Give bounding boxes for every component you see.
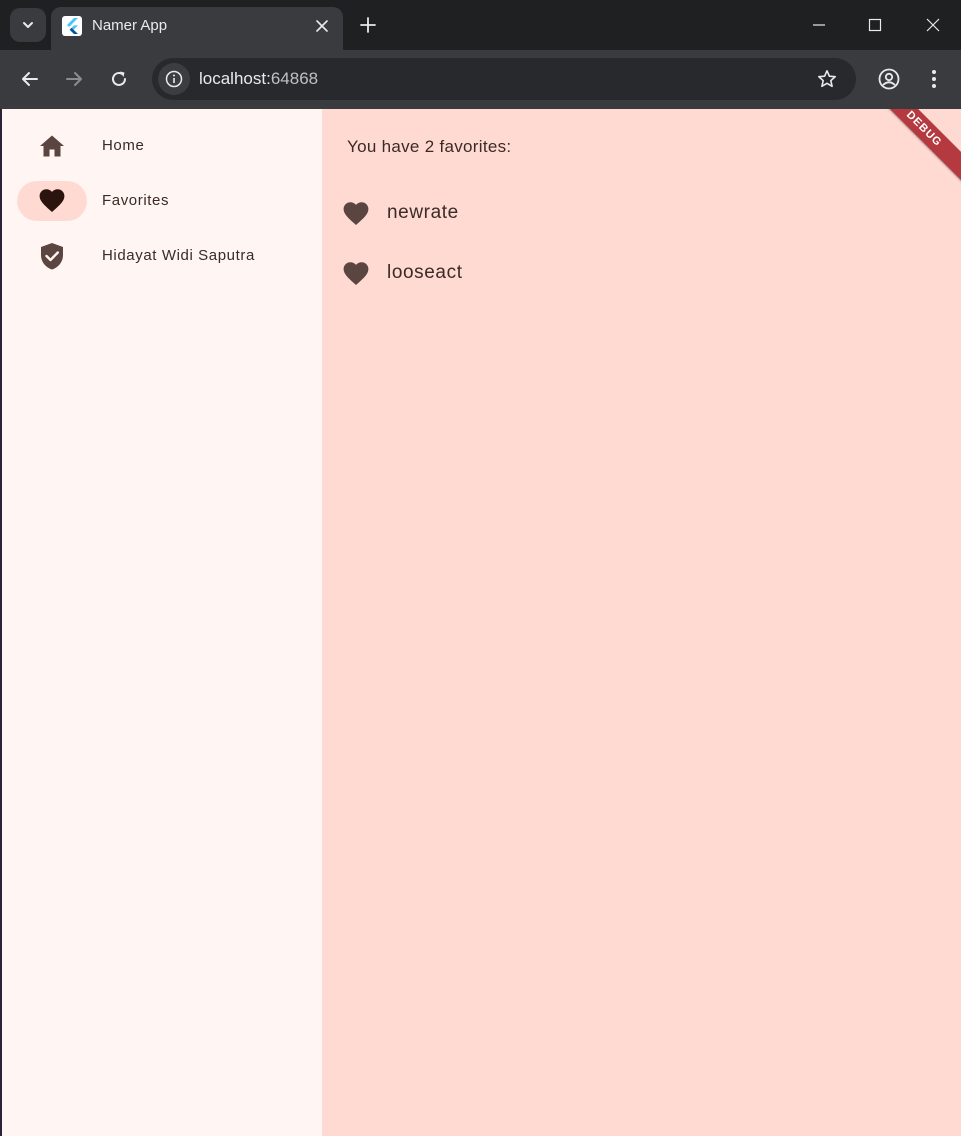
- info-icon: [165, 70, 183, 88]
- heart-icon: [39, 189, 65, 212]
- favorite-word: newrate: [387, 202, 459, 223]
- favorites-page: You have 2 favorites: newrate looseact D…: [322, 109, 961, 1136]
- heart-icon: [342, 260, 370, 288]
- favorite-list-item[interactable]: newrate: [322, 186, 961, 242]
- home-icon: [40, 135, 64, 157]
- close-icon: [316, 20, 328, 32]
- browser-tab[interactable]: Namer App: [51, 7, 343, 50]
- maximize-icon: [868, 18, 882, 32]
- navigation-rail: Home Favorites Hidayat Widi Saputra: [2, 109, 322, 1136]
- nav-label-home: Home: [102, 137, 145, 154]
- close-window-button[interactable]: [913, 8, 953, 42]
- address-bar[interactable]: localhost:64868: [152, 58, 856, 100]
- minimize-button[interactable]: [799, 8, 839, 42]
- forward-button[interactable]: [57, 62, 91, 96]
- nav-indicator: [17, 236, 87, 276]
- favorite-word: looseact: [387, 262, 463, 283]
- maximize-button[interactable]: [855, 8, 895, 42]
- app-viewport: Home Favorites Hidayat Widi Saputra You …: [2, 109, 961, 1136]
- heart-icon: [342, 200, 370, 228]
- arrow-right-icon: [66, 72, 82, 86]
- debug-banner: DEBUG: [863, 109, 961, 190]
- nav-label-favorites: Favorites: [102, 192, 170, 209]
- url-port: 64868: [270, 69, 319, 88]
- back-button[interactable]: [13, 62, 47, 96]
- browser-tab-strip: Namer App: [0, 0, 961, 50]
- close-icon: [926, 18, 940, 32]
- minimize-icon: [813, 24, 825, 26]
- flutter-logo-icon: [62, 16, 82, 36]
- tab-title: Namer App: [92, 17, 168, 34]
- nav-item-hidayat-widi-saputra[interactable]: Hidayat Widi Saputra: [2, 230, 322, 282]
- nav-item-favorites[interactable]: Favorites: [2, 175, 322, 227]
- close-tab-button[interactable]: [309, 13, 335, 39]
- verified-shield-icon: [41, 243, 63, 270]
- favorites-count-text: You have 2 favorites:: [347, 137, 512, 156]
- nav-label-hidayat-widi-saputra: Hidayat Widi Saputra: [102, 247, 255, 264]
- chevron-down-icon: [23, 22, 33, 28]
- star-icon: [818, 70, 836, 88]
- browser-menu-button[interactable]: [917, 62, 951, 96]
- profile-button[interactable]: [872, 62, 906, 96]
- bookmark-button[interactable]: [812, 64, 842, 94]
- reload-icon: [112, 71, 126, 86]
- nav-indicator: [17, 126, 87, 166]
- url-text[interactable]: localhost:64868: [199, 69, 318, 89]
- new-tab-button[interactable]: [354, 10, 382, 40]
- account-circle-icon: [878, 68, 900, 90]
- favorite-list-item[interactable]: looseact: [322, 246, 961, 302]
- nav-item-home[interactable]: Home: [2, 120, 322, 172]
- site-info-button[interactable]: [158, 63, 190, 95]
- url-host: localhost:: [199, 69, 271, 88]
- plus-icon: [360, 17, 376, 33]
- debug-banner-label: DEBUG: [903, 109, 945, 150]
- arrow-left-icon: [22, 72, 38, 86]
- more-vertical-icon: [932, 70, 936, 88]
- tab-search-button[interactable]: [10, 8, 46, 42]
- reload-button[interactable]: [102, 62, 136, 96]
- nav-indicator-selected: [17, 181, 87, 221]
- browser-toolbar: localhost:64868: [0, 50, 961, 109]
